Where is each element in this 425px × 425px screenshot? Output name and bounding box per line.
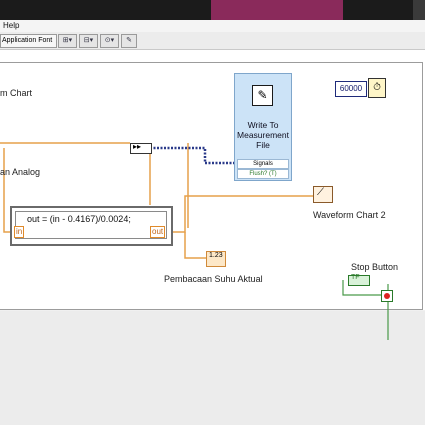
stop-button-terminal[interactable]: TF	[348, 274, 370, 286]
waveform-chart-2-label: Waveform Chart 2	[313, 210, 386, 220]
pen-icon: ✎	[252, 85, 273, 106]
write-measurement-title: Write To Measurement File	[237, 120, 289, 150]
dbl-indicator-icon: 1.23	[209, 252, 223, 259]
formula-node[interactable]: out = (in - 0.4167)/0.0024;	[10, 206, 173, 246]
waveform-chart-2-terminal[interactable]: ⟋	[313, 186, 333, 203]
build-waveform-node[interactable]: ▸▸	[130, 142, 152, 154]
temperature-indicator-terminal[interactable]: 1.23	[206, 251, 226, 267]
wtm-flush-terminal[interactable]: Flush? (T)	[237, 169, 289, 179]
boolean-icon: TF	[351, 274, 360, 281]
wait-constant[interactable]: 60000	[335, 81, 367, 97]
waveform-chart-label: m Chart	[0, 88, 33, 98]
waveform-icon: ⟋	[317, 187, 324, 198]
write-to-measurement-file-node[interactable]: ✎ Write To Measurement File Signals Flus…	[234, 73, 292, 181]
stop-icon	[384, 293, 390, 299]
analog-reading-label: an Analog	[0, 167, 41, 177]
formula-output-terminal[interactable]: out	[150, 226, 166, 238]
waveform-icon: ▸▸	[133, 142, 142, 151]
timer-icon[interactable]: ⏱	[368, 78, 386, 98]
formula-expression: out = (in - 0.4167)/0.0024;	[27, 214, 131, 224]
wtm-signals-terminal[interactable]: Signals	[237, 159, 289, 169]
formula-input-terminal[interactable]: in	[14, 226, 25, 238]
temperature-label: Pembacaan Suhu Aktual	[164, 274, 263, 284]
loop-condition-terminal[interactable]	[381, 290, 393, 302]
stop-button-label: Stop Button	[351, 262, 399, 272]
